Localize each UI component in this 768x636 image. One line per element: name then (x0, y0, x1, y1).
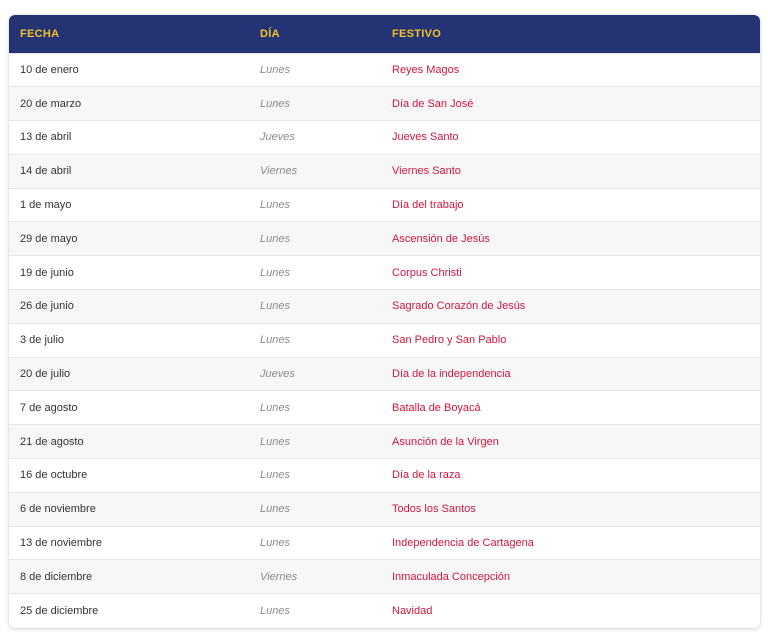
table-row: 10 de enero Lunes Reyes Magos (9, 53, 760, 87)
day-cell: Lunes (260, 97, 290, 110)
day-cell: Lunes (260, 401, 290, 414)
day-cell: Lunes (260, 537, 290, 550)
table-row: 16 de octubre Lunes Día de la raza (9, 458, 760, 493)
day-cell: Lunes (260, 604, 290, 617)
header-dia: DÍA (260, 27, 280, 40)
table-row: 3 de julio Lunes San Pedro y San Pablo (9, 323, 760, 358)
holiday-cell: Independencia de Cartagena (392, 537, 534, 550)
day-cell: Viernes (260, 165, 298, 178)
holiday-cell: Ascensión de Jesús (392, 232, 490, 245)
table-row: 29 de mayo Lunes Ascensión de Jesús (9, 221, 760, 256)
table-row: 21 de agosto Lunes Asunción de la Virgen (9, 424, 760, 459)
day-cell: Lunes (260, 199, 290, 212)
holiday-cell: Reyes Magos (392, 63, 460, 76)
day-cell: Jueves (260, 131, 295, 144)
day-cell: Lunes (260, 469, 290, 482)
date-cell: 20 de marzo (20, 97, 82, 110)
date-cell: 10 de enero (20, 63, 79, 76)
day-cell: Lunes (260, 300, 290, 313)
date-cell: 25 de diciembre (20, 604, 99, 617)
table-row: 19 de junio Lunes Corpus Christi (9, 255, 760, 290)
table-row: 13 de abril Jueves Jueves Santo (9, 120, 760, 155)
holiday-cell: Día del trabajo (392, 199, 464, 212)
date-cell: 3 de julio (20, 334, 65, 347)
holidays-table-card: FECHA DÍA FESTIVO 10 de enero Lunes Reyes … (9, 15, 760, 628)
date-cell: 19 de junio (20, 266, 74, 279)
day-cell: Lunes (260, 266, 290, 279)
table-row: 13 de noviembre Lunes Independencia de Car… (9, 526, 760, 560)
date-cell: 26 de junio (20, 300, 74, 313)
holiday-cell: Corpus Christi (392, 266, 462, 279)
table-row: 20 de julio Jueves Día de la independencia (9, 357, 760, 391)
day-cell: Lunes (260, 503, 290, 516)
date-cell: 13 de abril (20, 131, 72, 144)
header-row: FECHA DÍA FESTIVO (9, 15, 760, 53)
table-row: 14 de abril Viernes Viernes Santo (9, 154, 760, 189)
holiday-cell: San Pedro y San Pablo (392, 334, 507, 347)
table-row: 26 de junio Lunes Sagrado Corazón de Jesús (9, 289, 760, 324)
date-cell: 16 de octubre (20, 469, 88, 482)
day-cell: Jueves (260, 368, 295, 381)
day-cell: Lunes (260, 435, 290, 448)
holiday-cell: Día de la raza (392, 469, 461, 482)
holiday-cell: Jueves Santo (392, 131, 459, 144)
holiday-cell: Viernes Santo (392, 165, 461, 178)
table-row: 8 de diciembre Viernes Inmaculada Concepci… (9, 559, 760, 594)
holiday-cell: Día de San José (392, 97, 474, 110)
date-cell: 6 de noviembre (20, 503, 96, 516)
header-festivo: FESTIVO (392, 27, 442, 40)
date-cell: 14 de abril (20, 165, 72, 178)
table-body: 10 de enero Lunes Reyes Magos 20 de marzo Lu… (9, 53, 760, 628)
date-cell: 1 de mayo (20, 199, 72, 212)
date-cell: 8 de diciembre (20, 570, 93, 583)
table-row: 25 de diciembre Lunes Navidad (9, 593, 760, 628)
holiday-cell: Día de la independencia (392, 368, 511, 381)
day-cell: Lunes (260, 232, 290, 245)
date-cell: 20 de julio (20, 368, 71, 381)
table-row: 20 de marzo Lunes Día de San José (9, 86, 760, 121)
holiday-cell: Batalla de Boyacá (392, 401, 481, 414)
day-cell: Lunes (260, 334, 290, 347)
table-row: 7 de agosto Lunes Batalla de Boyacá (9, 390, 760, 425)
day-cell: Lunes (260, 63, 290, 76)
holiday-cell: Sagrado Corazón de Jesús (392, 300, 526, 313)
table-header: FECHA DÍA FESTIVO (9, 15, 760, 53)
date-cell: 13 de noviembre (20, 537, 102, 550)
holiday-cell: Inmaculada Concepción (392, 570, 511, 583)
table-row: 6 de noviembre Lunes Todos los Santos (9, 492, 760, 527)
holiday-cell: Todos los Santos (392, 503, 476, 516)
day-cell: Viernes (260, 570, 298, 583)
holiday-cell: Asunción de la Virgen (392, 435, 499, 448)
holidays-table: FECHA DÍA FESTIVO 10 de enero Lunes Reyes … (9, 15, 760, 628)
date-cell: 7 de agosto (20, 401, 78, 414)
header-fecha: FECHA (20, 27, 60, 40)
holiday-cell: Navidad (392, 604, 433, 617)
date-cell: 29 de mayo (20, 232, 78, 245)
date-cell: 21 de agosto (20, 435, 84, 448)
table-row: 1 de mayo Lunes Día del trabajo (9, 188, 760, 222)
